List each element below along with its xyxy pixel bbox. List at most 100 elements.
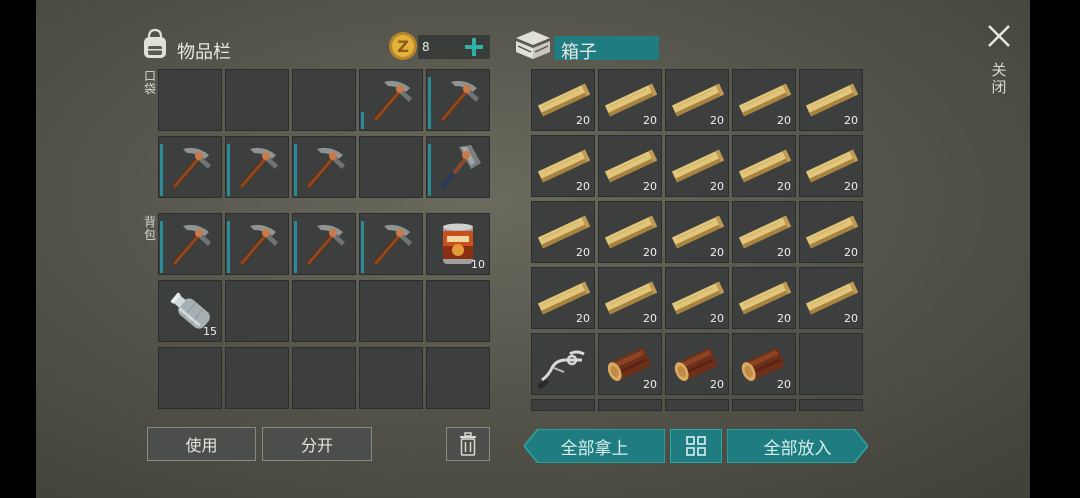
coin-icon: Z [388,31,418,65]
backpack-slot[interactable] [225,213,289,275]
pocket-slot[interactable] [359,69,423,131]
backpack-slot[interactable]: 10 [426,213,490,275]
box-slot[interactable]: 20 [799,201,863,263]
put-all-button[interactable]: 全部放入 [727,429,868,463]
backpack-slot[interactable]: 15 [158,280,222,342]
durability-bar [361,221,364,273]
pocket-slot[interactable] [292,69,356,131]
item-count: 20 [643,378,657,391]
box-slot[interactable]: 20 [799,69,863,131]
item-count: 20 [844,246,858,259]
grid-sort-icon [686,436,706,456]
item-count: 20 [777,246,791,259]
split-button-label: 分开 [300,436,333,455]
box-slot[interactable]: 20 [665,333,729,395]
pocket-slot[interactable] [158,69,222,131]
backpack-slot[interactable] [158,213,222,275]
plus-icon [465,38,483,56]
box-slot[interactable] [799,333,863,395]
box-slot-partial[interactable] [732,399,796,411]
box-slot[interactable] [531,333,595,395]
item-count: 20 [576,180,590,193]
pocket-slot[interactable] [225,136,289,198]
use-button[interactable]: 使用 [147,427,256,461]
close-button[interactable] [986,23,1012,49]
backpack-slot[interactable] [292,347,356,409]
close-icon [988,25,1010,47]
split-button[interactable]: 分开 [262,427,372,461]
box-slot[interactable]: 20 [665,135,729,197]
box-slot[interactable]: 20 [732,201,796,263]
box-slot-partial[interactable] [799,399,863,411]
pocket-slot[interactable] [426,69,490,131]
item-count: 20 [710,180,724,193]
box-slot[interactable]: 20 [598,267,662,329]
backpack-slot[interactable] [359,213,423,275]
box-slot[interactable]: 20 [799,135,863,197]
durability-bar [227,221,230,273]
sort-button[interactable] [670,429,722,463]
left-letterbox [0,0,36,498]
box-slot[interactable]: 20 [531,69,595,131]
take-all-button[interactable]: 全部拿上 [524,429,665,463]
durability-bar [294,221,297,273]
box-slot[interactable]: 20 [531,135,595,197]
box-slot[interactable]: 20 [598,333,662,395]
item-count: 20 [844,114,858,127]
backpack-slot[interactable] [292,213,356,275]
backpack-label: 背包 [143,215,156,242]
box-slot[interactable]: 20 [598,69,662,131]
item-count: 20 [643,114,657,127]
pocket-slot[interactable] [426,136,490,198]
item-count: 20 [844,312,858,325]
box-slot-partial[interactable] [598,399,662,411]
backpack-slot[interactable] [359,347,423,409]
item-count: 20 [643,180,657,193]
box-slot[interactable]: 20 [531,267,595,329]
box-slot[interactable]: 20 [665,267,729,329]
box-slot[interactable]: 20 [598,201,662,263]
durability-bar [361,112,364,129]
item-count: 20 [643,312,657,325]
box-slot[interactable]: 20 [665,69,729,131]
item-count: 20 [777,378,791,391]
pocket-slot[interactable] [225,69,289,131]
pocket-label: 口袋 [143,69,156,96]
pocket-slot[interactable] [359,136,423,198]
item-count: 20 [844,180,858,193]
box-slot-partial[interactable] [665,399,729,411]
backpack-slot[interactable] [359,280,423,342]
take-all-label: 全部拿上 [560,438,629,459]
item-count: 20 [777,114,791,127]
backpack-slot[interactable] [158,347,222,409]
box-slot[interactable]: 20 [732,135,796,197]
box-slot[interactable]: 20 [732,267,796,329]
durability-bar [160,221,163,273]
item-count: 20 [576,246,590,259]
box-slot[interactable]: 20 [665,201,729,263]
backpack-slot[interactable] [426,347,490,409]
item-count: 20 [710,114,724,127]
add-coins-button[interactable] [462,35,486,59]
box-slot[interactable]: 20 [732,333,796,395]
backpack-slot[interactable] [225,347,289,409]
box-title: 箱子 [561,42,597,63]
durability-bar [428,77,431,129]
backpack-slot[interactable] [292,280,356,342]
game-screen: 物品栏 Z 8 箱子 关闭 口袋 背包 10 15 20 20 20 20 20… [0,0,1080,498]
right-letterbox [1030,0,1080,498]
use-button-label: 使用 [185,436,218,455]
item-count: 20 [643,246,657,259]
pocket-slot[interactable] [158,136,222,198]
box-slot[interactable]: 20 [598,135,662,197]
item-count: 20 [710,246,724,259]
trash-button[interactable] [446,427,490,461]
coin-count: 8 [422,40,430,54]
backpack-slot[interactable] [225,280,289,342]
pocket-slot[interactable] [292,136,356,198]
box-slot-partial[interactable] [531,399,595,411]
box-slot[interactable]: 20 [531,201,595,263]
box-slot[interactable]: 20 [732,69,796,131]
box-slot[interactable]: 20 [799,267,863,329]
backpack-slot[interactable] [426,280,490,342]
